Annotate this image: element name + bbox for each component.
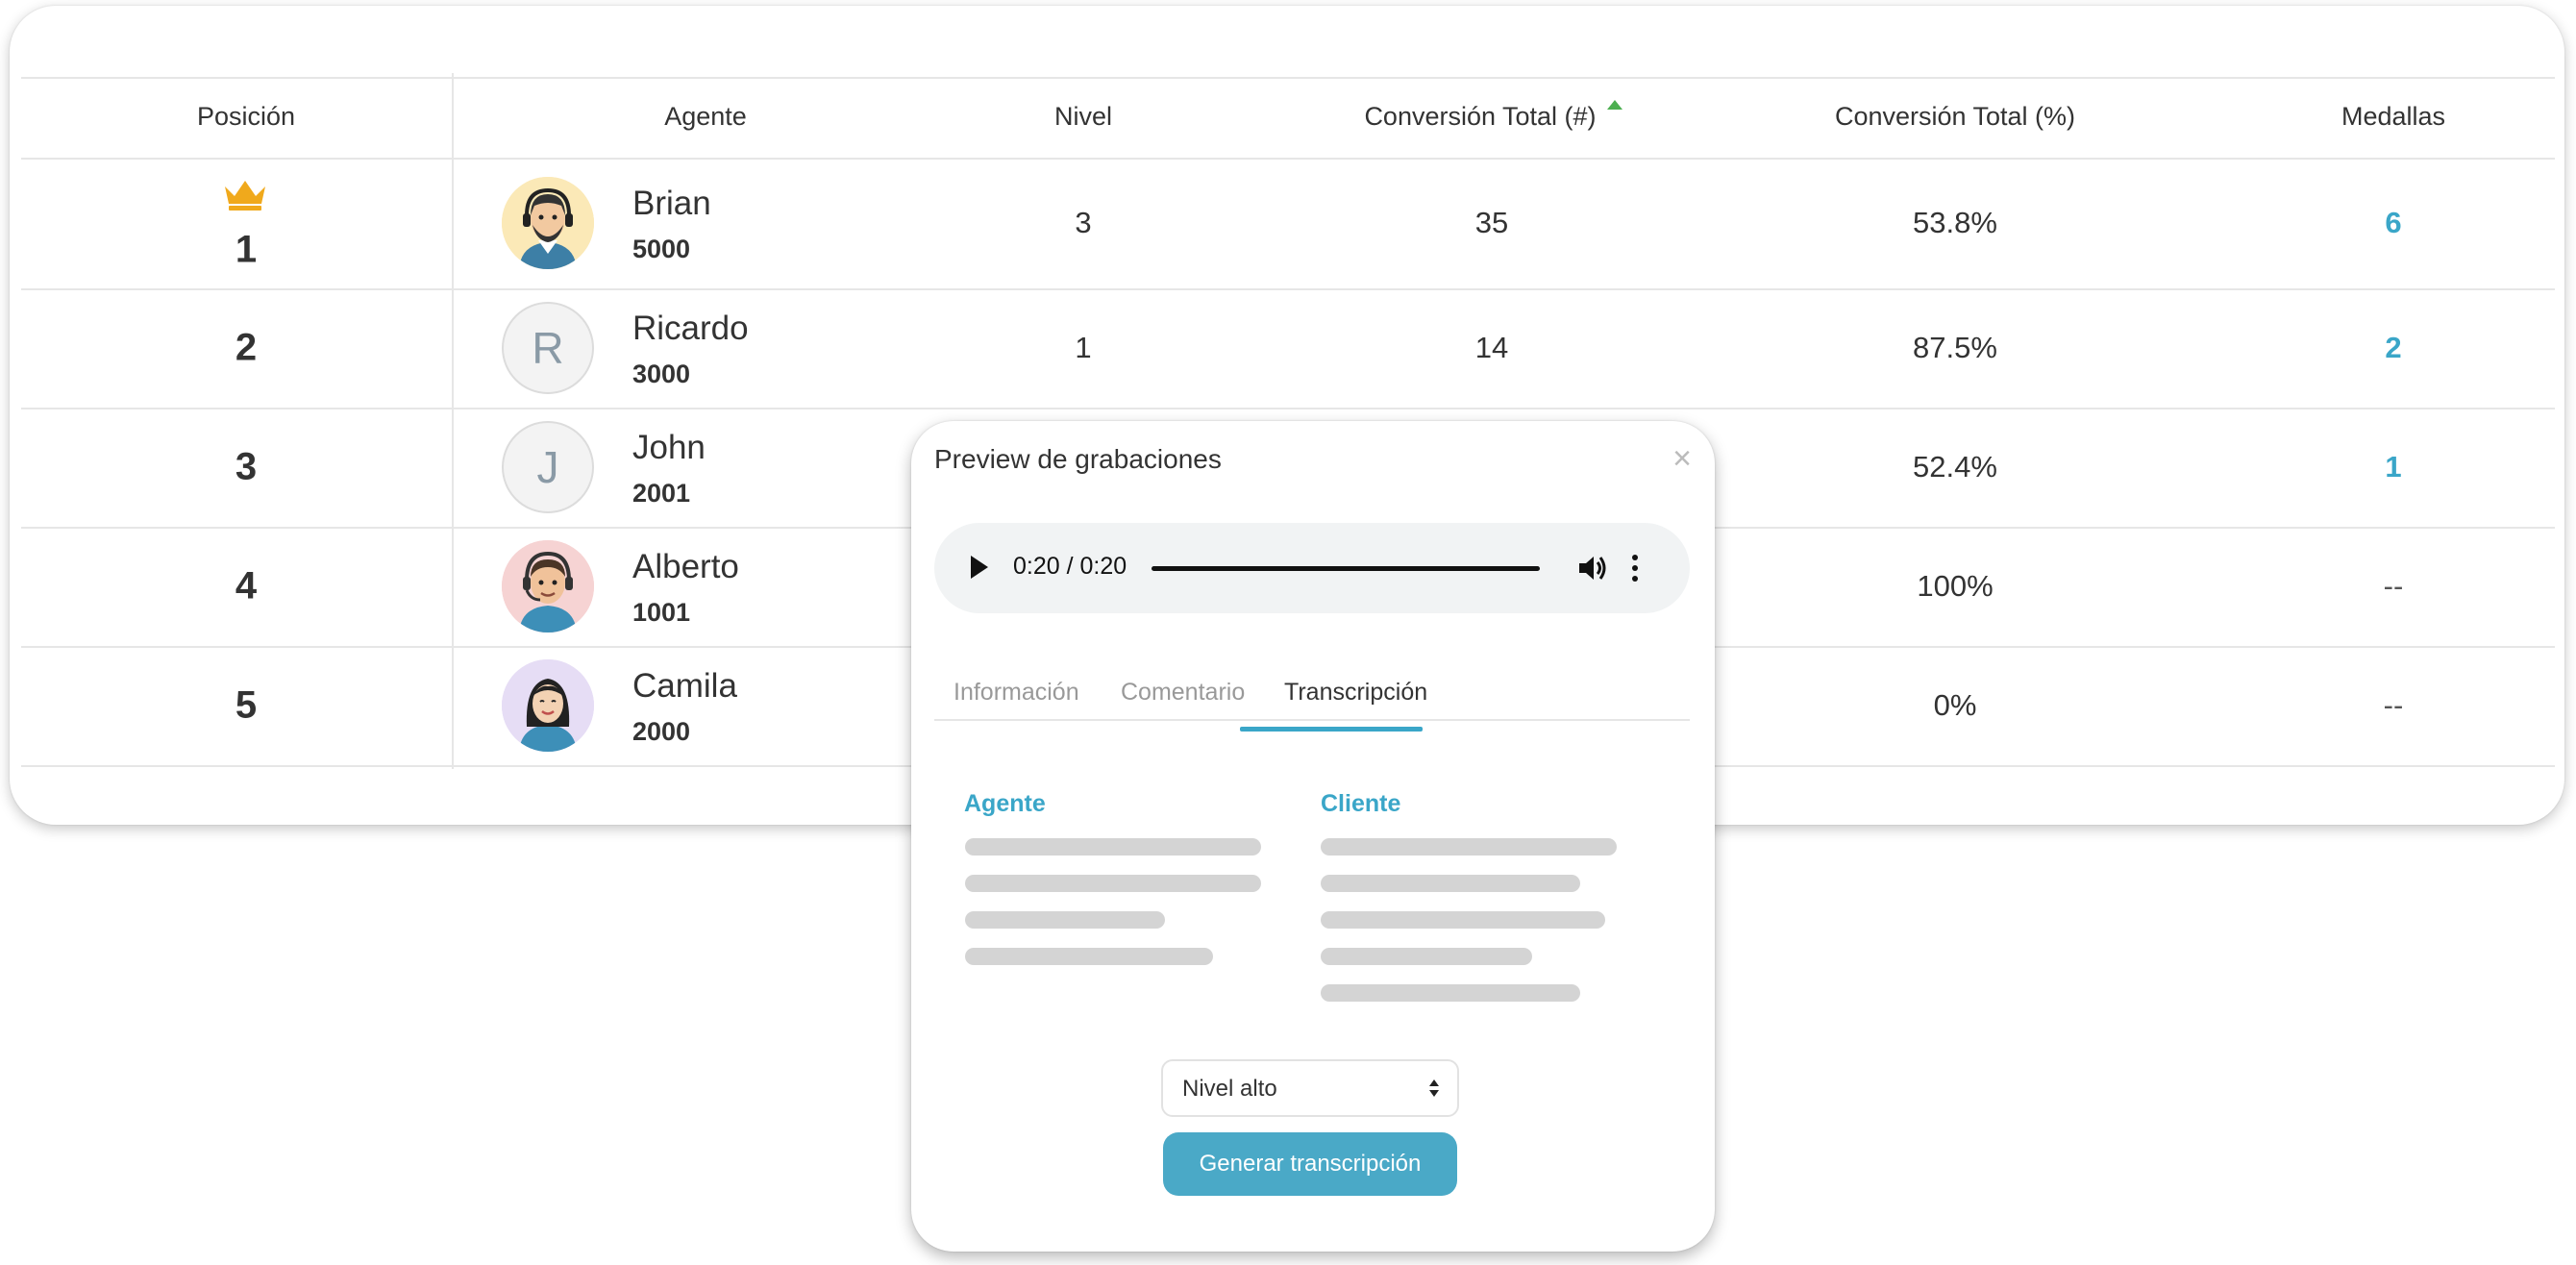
header-agent[interactable]: Agente bbox=[664, 102, 747, 132]
skeleton-line bbox=[1321, 911, 1605, 929]
header-conversion-total-percent[interactable]: Conversión Total (%) bbox=[1835, 102, 2075, 132]
table-header-top-border bbox=[21, 77, 2555, 79]
agent-name[interactable]: Brian bbox=[632, 185, 711, 223]
row-divider bbox=[21, 288, 2555, 290]
tab-informacion[interactable]: Información bbox=[954, 679, 1079, 707]
avatar: R bbox=[502, 302, 594, 394]
client-transcript-label: Cliente bbox=[1321, 790, 1401, 817]
volume-icon[interactable] bbox=[1576, 552, 1607, 584]
agent-name[interactable]: Alberto bbox=[632, 548, 739, 586]
conversion-percent-cell: 53.8% bbox=[1913, 206, 1997, 239]
agent-extension: 2001 bbox=[632, 479, 691, 508]
header-position[interactable]: Posición bbox=[197, 102, 295, 132]
agent-name[interactable]: Ricardo bbox=[632, 310, 749, 348]
column-divider bbox=[452, 73, 454, 769]
avatar: J bbox=[502, 421, 594, 513]
close-icon[interactable]: × bbox=[1672, 442, 1692, 475]
agent-name[interactable]: Camila bbox=[632, 667, 737, 706]
agent-extension: 5000 bbox=[632, 235, 691, 263]
play-icon[interactable] bbox=[971, 556, 988, 579]
modal-title: Preview de grabaciones bbox=[934, 444, 1222, 474]
skeleton-line bbox=[965, 948, 1213, 965]
avatar bbox=[502, 177, 594, 269]
select-arrows-icon bbox=[1429, 1079, 1439, 1097]
transcription-level-select[interactable]: Nivel alto bbox=[1161, 1059, 1459, 1117]
skeleton-line bbox=[965, 875, 1261, 892]
more-options-icon[interactable] bbox=[1630, 552, 1640, 584]
level-cell: 1 bbox=[1075, 331, 1092, 364]
agent-extension: 1001 bbox=[632, 598, 691, 627]
agent-transcript-label: Agente bbox=[964, 790, 1046, 817]
select-value: Nivel alto bbox=[1182, 1076, 1277, 1102]
agent-extension: 2000 bbox=[632, 717, 691, 746]
crown-icon bbox=[225, 181, 265, 211]
audio-player[interactable]: 0:20 / 0:20 bbox=[934, 523, 1690, 613]
position-cell: 1 bbox=[235, 228, 258, 271]
sort-ascending-icon[interactable] bbox=[1607, 100, 1622, 110]
tab-comentario[interactable]: Comentario bbox=[1121, 679, 1245, 707]
skeleton-line bbox=[1321, 948, 1532, 965]
skeleton-line bbox=[965, 911, 1165, 929]
generate-transcription-button[interactable]: Generar transcripción bbox=[1163, 1132, 1457, 1196]
agent-extension: 3000 bbox=[632, 360, 691, 388]
audio-progress-bar[interactable] bbox=[1152, 566, 1540, 571]
conversion-percent-cell: 100% bbox=[1917, 569, 1994, 603]
active-tab-indicator bbox=[1240, 727, 1423, 732]
skeleton-line bbox=[1321, 838, 1617, 856]
header-medals[interactable]: Medallas bbox=[2341, 102, 2445, 132]
medals-cell: -- bbox=[2383, 569, 2404, 603]
recording-preview-modal: Preview de grabaciones × 0:20 / 0:20 Inf… bbox=[911, 421, 1715, 1252]
position-cell: 2 bbox=[235, 326, 258, 369]
audio-time: 0:20 / 0:20 bbox=[1013, 553, 1127, 580]
conversion-count-cell: 14 bbox=[1474, 331, 1509, 364]
medals-cell: -- bbox=[2383, 688, 2404, 722]
conversion-count-cell: 35 bbox=[1474, 206, 1509, 239]
avatar bbox=[502, 659, 594, 752]
medals-link[interactable]: 6 bbox=[2385, 206, 2401, 240]
skeleton-line bbox=[1321, 984, 1580, 1002]
table-header-bottom-border bbox=[21, 158, 2555, 160]
agent-avatar-icon bbox=[502, 659, 594, 752]
agent-avatar-icon bbox=[502, 540, 594, 632]
conversion-percent-cell: 87.5% bbox=[1913, 331, 1997, 364]
skeleton-line bbox=[1321, 875, 1580, 892]
position-cell: 3 bbox=[235, 445, 258, 488]
avatar bbox=[502, 540, 594, 632]
position-cell: 5 bbox=[235, 683, 258, 727]
agent-name[interactable]: John bbox=[632, 429, 706, 467]
agent-avatar-icon bbox=[502, 177, 594, 269]
conversion-percent-cell: 52.4% bbox=[1913, 450, 1997, 484]
skeleton-line bbox=[965, 838, 1261, 856]
header-conversion-total-count[interactable]: Conversión Total (#) bbox=[1364, 102, 1596, 132]
modal-tabs: Información Comentario Transcripción bbox=[934, 661, 1690, 721]
position-cell: 4 bbox=[235, 564, 258, 608]
medals-link[interactable]: 2 bbox=[2385, 331, 2401, 365]
conversion-percent-cell: 0% bbox=[1933, 688, 1977, 722]
tab-transcripcion[interactable]: Transcripción bbox=[1284, 679, 1427, 707]
level-cell: 3 bbox=[1075, 206, 1092, 239]
medals-link[interactable]: 1 bbox=[2385, 450, 2401, 484]
row-divider bbox=[21, 408, 2555, 409]
header-level[interactable]: Nivel bbox=[1054, 102, 1112, 132]
